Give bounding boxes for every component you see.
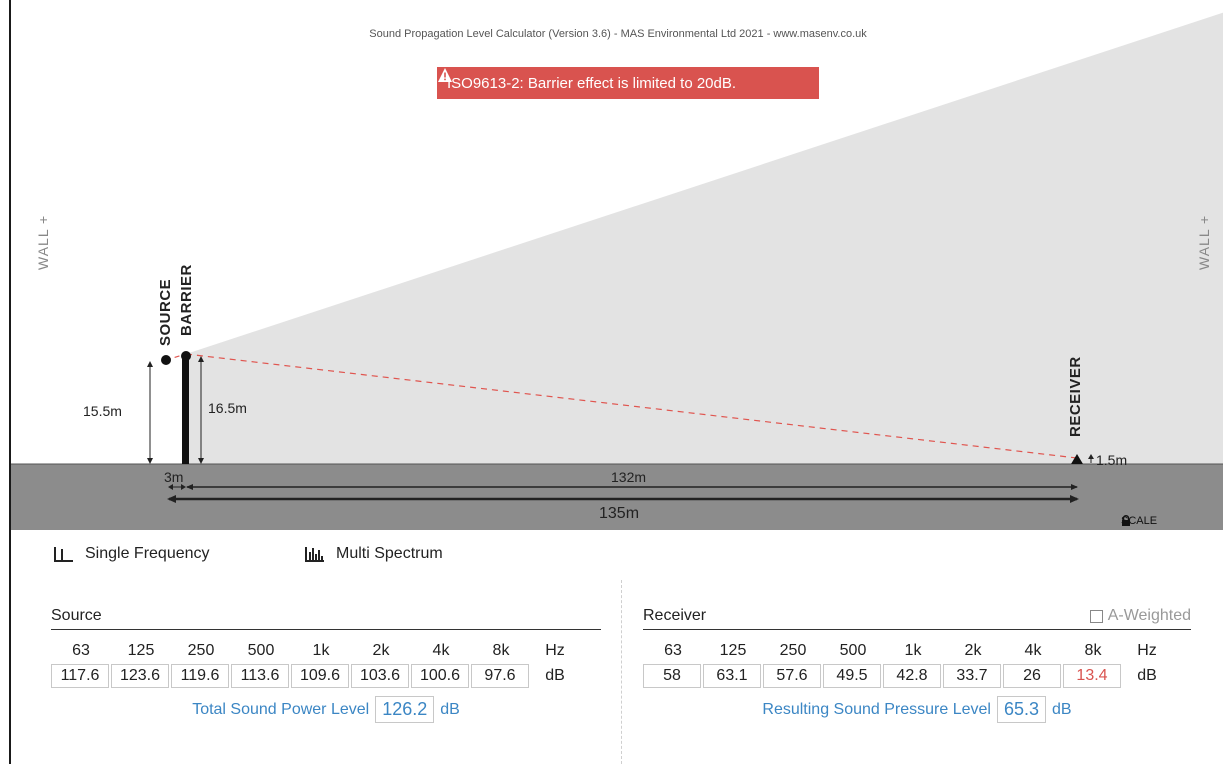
- warning-text: ISO9613-2: Barrier effect is limited to …: [447, 74, 737, 92]
- source-value-4k-input[interactable]: 100.6: [411, 664, 469, 688]
- checkbox-icon: [1089, 609, 1103, 623]
- source-height-label: 15.5m: [83, 403, 122, 419]
- barrier-height-label: 16.5m: [208, 400, 247, 416]
- barrier-label: BARRIER: [178, 264, 195, 336]
- source-value-125-input[interactable]: 123.6: [111, 664, 169, 688]
- receiver-spectrum-grid: 63 125 250 500 1k 2k 4k 8k Hz 58 63.1 57…: [643, 638, 1191, 688]
- source-freq-1k: 1k: [312, 642, 330, 659]
- warning-icon: [438, 68, 452, 82]
- total-sound-power-level: Total Sound Power Level 126.2 dB: [51, 696, 601, 723]
- source-title: Source: [51, 607, 102, 624]
- multi-spectrum-icon: [305, 547, 324, 562]
- receiver-freq-63: 63: [664, 642, 682, 659]
- source-frequency-row: 63 125 250 500 1k 2k 4k 8k Hz: [51, 638, 601, 664]
- source-freq-8k: 8k: [492, 642, 510, 659]
- panel-divider: [621, 580, 622, 764]
- scale-lock-button[interactable]: SCALE: [1121, 515, 1157, 527]
- receiver-freq-1k: 1k: [904, 642, 922, 659]
- resulting-sound-pressure-level: Resulting Sound Pressure Level 65.3 dB: [643, 696, 1191, 723]
- source-value-2k-input[interactable]: 103.6: [351, 664, 409, 688]
- source-unit-hz: Hz: [545, 642, 565, 659]
- source-freq-2k: 2k: [372, 642, 390, 659]
- receiver-freq-8k: 8k: [1084, 642, 1102, 659]
- receiver-panel: Receiver A-Weighted 63 125 250 500 1k 2k…: [643, 600, 1191, 723]
- lock-icon: [1122, 515, 1130, 526]
- source-freq-250: 250: [187, 642, 215, 659]
- receiver-title: Receiver: [643, 607, 707, 624]
- receiver-value-1k: 42.8: [883, 664, 941, 688]
- resulting-sound-pressure-unit: dB: [1052, 700, 1072, 718]
- source-freq-500: 500: [247, 642, 275, 659]
- warning-banner: ISO9613-2: Barrier effect is limited to …: [437, 67, 819, 99]
- source-unit-db: dB: [545, 667, 565, 684]
- source-panel-header: Source: [51, 600, 601, 630]
- wall-left-toggle[interactable]: WALL +: [35, 215, 51, 270]
- source-value-1k-input[interactable]: 109.6: [291, 664, 349, 688]
- tab-multi-spectrum-label: Multi Spectrum: [336, 545, 443, 562]
- tab-single-frequency[interactable]: Single Frequency: [51, 530, 281, 578]
- source-spectrum-grid: 63 125 250 500 1k 2k 4k 8k Hz 117.6 123.…: [51, 638, 601, 688]
- receiver-panel-header: Receiver A-Weighted: [643, 600, 1191, 630]
- receiver-value-2k: 33.7: [943, 664, 1001, 688]
- receiver-value-250: 57.6: [763, 664, 821, 688]
- receiver-value-63: 58: [643, 664, 701, 688]
- source-label: SOURCE: [157, 278, 174, 346]
- barrier-bar: [182, 356, 189, 464]
- source-freq-63: 63: [72, 642, 90, 659]
- receiver-value-4k: 26: [1003, 664, 1061, 688]
- source-value-63-input[interactable]: 117.6: [51, 664, 109, 688]
- resulting-sound-pressure-label: Resulting Sound Pressure Level: [762, 700, 991, 718]
- source-value-250-input[interactable]: 119.6: [171, 664, 229, 688]
- source-value-8k-input[interactable]: 97.6: [471, 664, 529, 688]
- total-sound-power-unit: dB: [440, 700, 460, 718]
- receiver-unit-db: dB: [1137, 667, 1157, 684]
- single-frequency-icon: [54, 547, 73, 562]
- propagation-scene: Sound Propagation Level Calculator (Vers…: [11, 0, 1223, 530]
- total-sound-power-label: Total Sound Power Level: [192, 700, 370, 718]
- source-freq-4k: 4k: [432, 642, 450, 659]
- source-value-500-input[interactable]: 113.6: [231, 664, 289, 688]
- receiver-freq-500: 500: [839, 642, 867, 659]
- resulting-sound-pressure-value: 65.3: [996, 696, 1047, 723]
- source-panel: Source 63 125 250 500 1k 2k 4k 8k Hz 117…: [51, 600, 601, 723]
- a-weighted-label: A-Weighted: [1107, 607, 1191, 624]
- receiver-freq-4k: 4k: [1024, 642, 1042, 659]
- receiver-value-500: 49.5: [823, 664, 881, 688]
- receiver-freq-2k: 2k: [964, 642, 982, 659]
- receiver-freq-250: 250: [779, 642, 807, 659]
- a-weighted-checkbox[interactable]: A-Weighted: [1089, 607, 1191, 625]
- receiver-unit-hz: Hz: [1137, 642, 1157, 659]
- source-barrier-distance-label: 3m: [164, 469, 184, 485]
- receiver-frequency-row: 63 125 250 500 1k 2k 4k 8k Hz: [643, 638, 1191, 664]
- app-frame: Sound Propagation Level Calculator (Vers…: [9, 0, 1223, 764]
- receiver-freq-125: 125: [719, 642, 747, 659]
- tab-single-frequency-label: Single Frequency: [85, 545, 210, 562]
- tab-multi-spectrum[interactable]: Multi Spectrum: [266, 530, 503, 578]
- receiver-value-row: 58 63.1 57.6 49.5 42.8 33.7 26 13.4 dB: [643, 664, 1191, 688]
- total-distance-label: 135m: [599, 505, 640, 522]
- total-sound-power-input[interactable]: 126.2: [375, 696, 435, 723]
- barrier-receiver-distance-label: 132m: [611, 469, 647, 485]
- receiver-value-125: 63.1: [703, 664, 761, 688]
- app-title: Sound Propagation Level Calculator (Vers…: [369, 28, 867, 40]
- source-point: [161, 355, 171, 365]
- receiver-height-label: 1.5m: [1096, 452, 1128, 468]
- receiver-value-8k: 13.4: [1063, 664, 1121, 688]
- wall-right-toggle[interactable]: WALL +: [1196, 215, 1212, 270]
- source-freq-125: 125: [127, 642, 155, 659]
- receiver-label: RECEIVER: [1067, 356, 1084, 437]
- source-value-row: 117.6 123.6 119.6 113.6 109.6 103.6 100.…: [51, 664, 601, 688]
